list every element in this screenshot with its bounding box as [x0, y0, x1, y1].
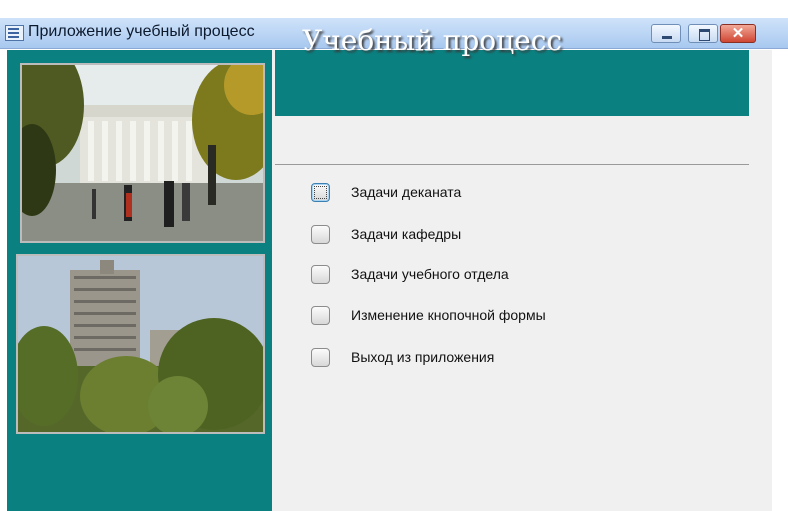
- minimize-button[interactable]: [651, 24, 681, 43]
- window-right-border: [772, 50, 788, 511]
- minimize-icon: [662, 36, 672, 39]
- menu-item-academic-office-tasks[interactable]: Задачи учебного отдела: [311, 265, 611, 289]
- header-divider: [275, 164, 749, 165]
- menu-label[interactable]: Задачи деканата: [351, 184, 461, 200]
- access-form-icon[interactable]: [5, 25, 24, 41]
- menu-item-edit-switchboard[interactable]: Изменение кнопочной формы: [311, 306, 611, 330]
- menu-label[interactable]: Выход из приложения: [351, 349, 494, 365]
- form-title: Учебный процесс: [302, 24, 563, 57]
- close-icon: ✕: [731, 25, 745, 42]
- menu-item-department-tasks[interactable]: Задачи кафедры: [311, 225, 611, 249]
- menu-button-exit-application[interactable]: [311, 348, 330, 367]
- menu-label[interactable]: Задачи кафедры: [351, 226, 461, 242]
- menu-button-dean-tasks[interactable]: [311, 183, 330, 202]
- app-window: Приложение учебный процесс ✕ Задачи дека…: [0, 0, 788, 511]
- menu-button-academic-office-tasks[interactable]: [311, 265, 330, 284]
- university-main-building-photo: [20, 63, 265, 243]
- menu-item-exit-application[interactable]: Выход из приложения: [311, 348, 611, 372]
- switchboard-form: Задачи деканата Задачи кафедры Задачи уч…: [7, 50, 772, 511]
- menu-button-department-tasks[interactable]: [311, 225, 330, 244]
- menu-item-dean-tasks[interactable]: Задачи деканата: [311, 183, 611, 207]
- window-title: Приложение учебный процесс: [28, 23, 255, 40]
- menu-button-edit-switchboard[interactable]: [311, 306, 330, 325]
- menu-label[interactable]: Изменение кнопочной формы: [351, 307, 546, 323]
- maximize-button[interactable]: [688, 24, 718, 43]
- close-button[interactable]: ✕: [720, 24, 756, 43]
- university-tower-building-photo: [16, 254, 265, 434]
- maximize-icon: [699, 29, 710, 41]
- menu-label[interactable]: Задачи учебного отдела: [351, 266, 509, 282]
- left-photo-panel: [7, 50, 272, 511]
- title-header-band: [275, 50, 749, 116]
